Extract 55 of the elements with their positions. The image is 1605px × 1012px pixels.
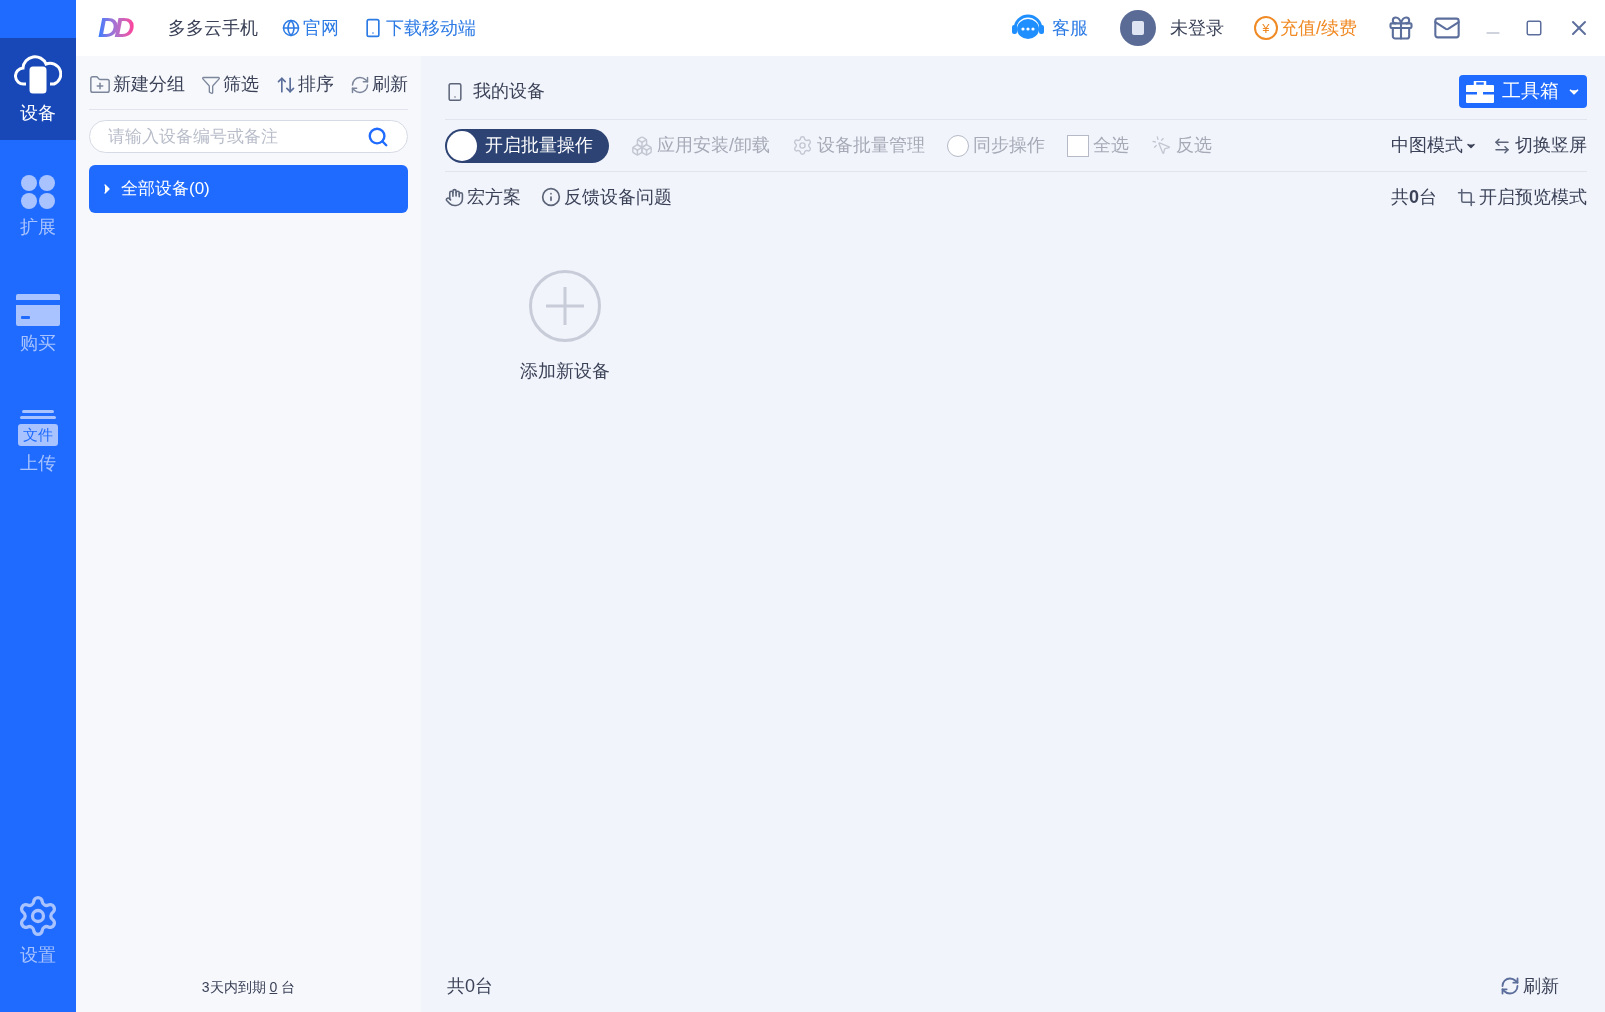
- toolbar-button[interactable]: 刷新: [350, 71, 408, 98]
- user-status[interactable]: 未登录: [1170, 14, 1224, 42]
- support-button[interactable]: 客服: [1010, 13, 1088, 43]
- recharge-link[interactable]: ¥ 充值/续费: [1254, 14, 1357, 42]
- app-name: 多多云手机: [168, 16, 259, 40]
- toolbar-button[interactable]: 新建分组: [89, 71, 185, 98]
- view-mode-dropdown[interactable]: 中图模式: [1391, 132, 1477, 159]
- refresh-icon: [350, 74, 370, 95]
- nav-item[interactable]: 购买: [0, 274, 76, 376]
- grid-icon: [20, 173, 56, 210]
- maximize-icon[interactable]: [1525, 19, 1543, 37]
- hand-icon: [445, 187, 464, 207]
- pointer-icon: [1151, 135, 1172, 156]
- boxes-icon: [631, 134, 653, 157]
- device-count: 共0台: [1391, 185, 1437, 209]
- toolbar-button[interactable]: 排序: [275, 71, 334, 98]
- toolbar-button[interactable]: 宏方案: [445, 183, 521, 211]
- refresh-icon: [1500, 976, 1520, 996]
- filter-icon: [201, 74, 222, 95]
- refresh-button[interactable]: 刷新: [1500, 972, 1559, 1000]
- swap-icon: [1493, 136, 1511, 155]
- header-link[interactable]: 下载移动端: [363, 14, 477, 42]
- search-icon[interactable]: [367, 125, 389, 148]
- add-device-label: 添加新设备: [520, 360, 610, 383]
- gift-icon[interactable]: [1387, 14, 1415, 42]
- expiry-note: 3天内到期 0 台: [201, 977, 296, 997]
- preview-mode-button[interactable]: 开启预览模式: [1457, 183, 1587, 211]
- toolbox-button[interactable]: 工具箱: [1459, 75, 1587, 108]
- nav-item[interactable]: 设置: [0, 880, 76, 982]
- nav-item[interactable]: 文件 上传: [0, 392, 76, 494]
- globe-icon: [282, 19, 301, 37]
- file-badge: 文件: [18, 423, 58, 446]
- group-item[interactable]: 全部设备(0): [89, 165, 408, 213]
- phone-icon: [445, 81, 465, 102]
- avatar-icon: [1120, 10, 1156, 46]
- toolbox-icon: [1465, 80, 1494, 103]
- search-box[interactable]: 请输入设备编号或备注: [89, 120, 408, 153]
- crop-icon: [1457, 187, 1476, 207]
- card-icon: [16, 293, 60, 326]
- footer-count: 共0台: [447, 974, 493, 998]
- folder-plus-icon: [89, 73, 111, 96]
- switch-screen-button[interactable]: 切换竖屏: [1493, 132, 1587, 159]
- batch-toggle[interactable]: 开启批量操作: [445, 128, 609, 163]
- nav-item[interactable]: 设备: [0, 38, 76, 140]
- nav-item[interactable]: 扩展: [0, 156, 76, 258]
- info-icon: [541, 187, 561, 207]
- gear-icon: [792, 135, 813, 156]
- search-field[interactable]: 请输入设备编号或备注: [108, 123, 367, 150]
- yuan-icon: ¥: [1254, 16, 1278, 40]
- expiry-count-link[interactable]: 0: [269, 978, 278, 995]
- toolbar-button[interactable]: 筛选: [201, 71, 260, 98]
- plus-icon: [546, 287, 584, 325]
- section-title: 我的设备: [473, 80, 545, 103]
- header-link[interactable]: 官网: [282, 14, 340, 42]
- toolbar-button[interactable]: 反馈设备问题: [541, 183, 672, 211]
